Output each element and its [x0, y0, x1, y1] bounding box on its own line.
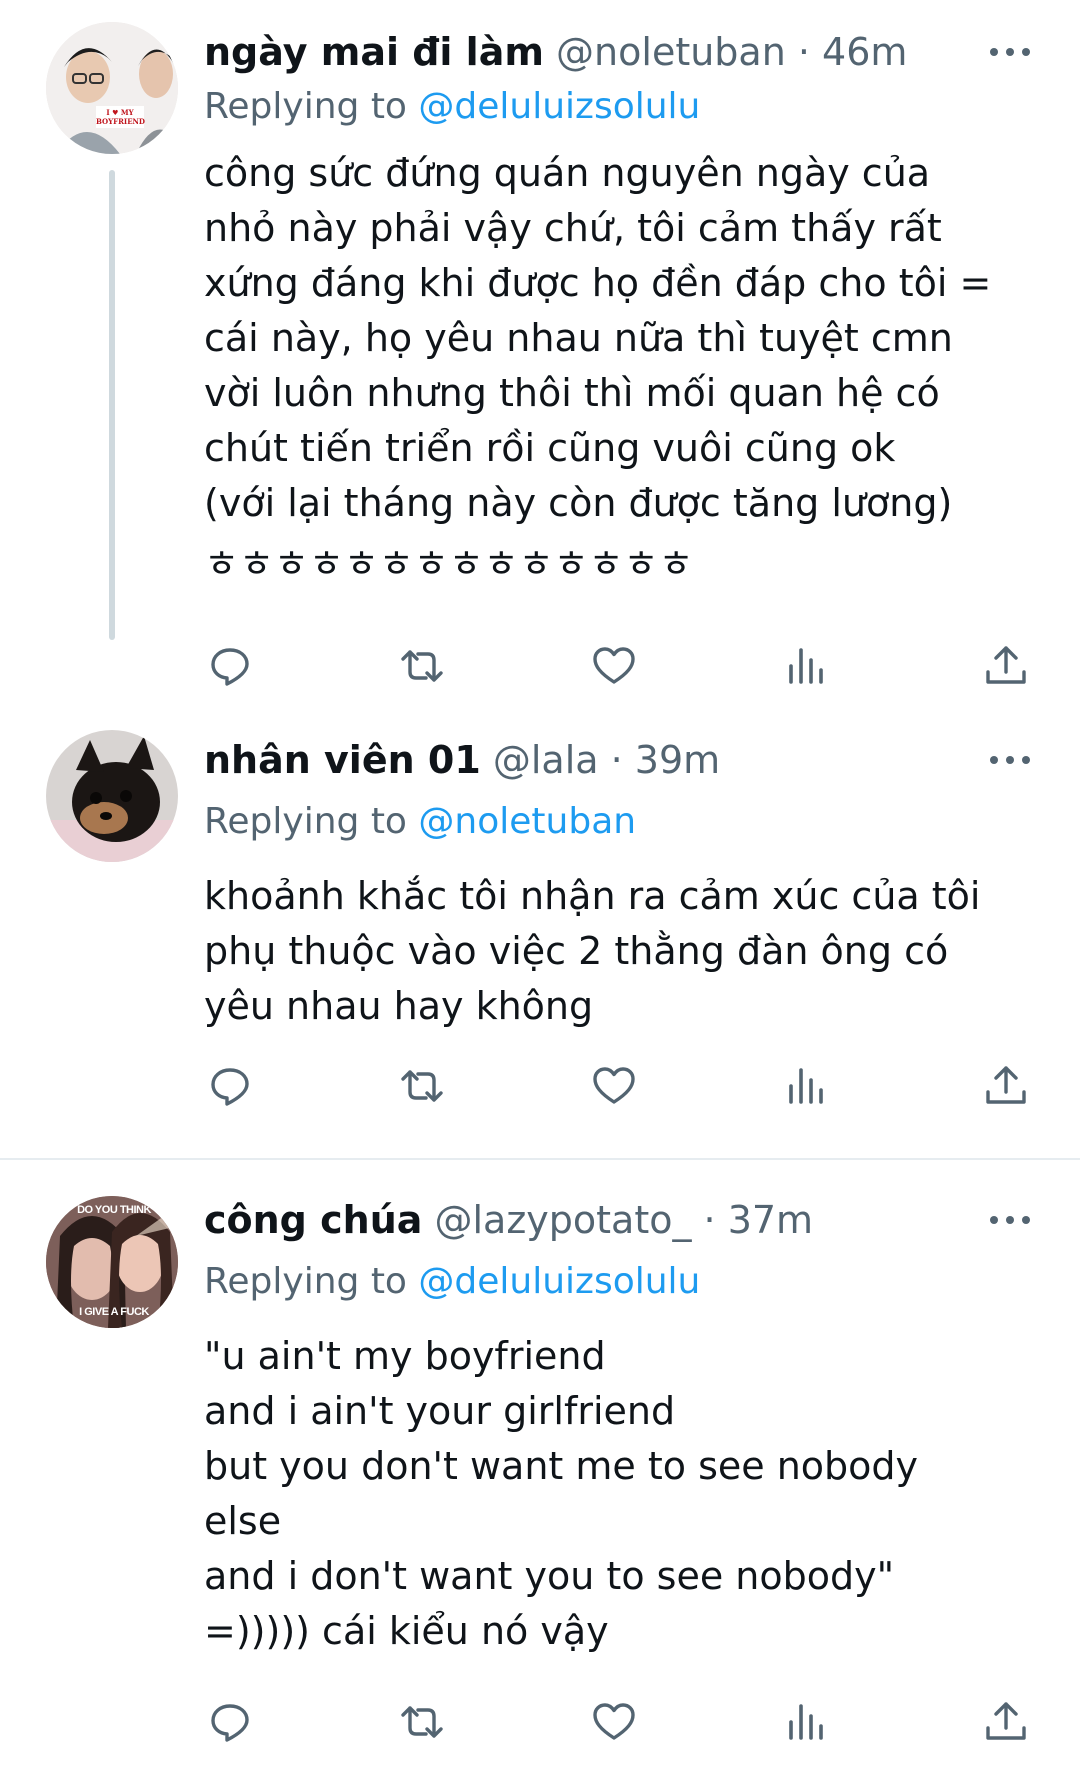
display-name[interactable]: nhân viên 01 [204, 738, 481, 782]
avatar-caption-top: DO YOU THINK [77, 1204, 151, 1216]
text-line: xứng đáng khi được họ đền đáp cho tôi = [204, 261, 992, 305]
retweet-button[interactable] [394, 1694, 450, 1750]
text-line: chút tiến triển rồi cũng vuôi cũng ok [204, 426, 896, 470]
thread-line [109, 170, 115, 640]
views-button[interactable] [778, 638, 834, 694]
views-icon [789, 1704, 823, 1740]
like-button[interactable] [586, 1694, 642, 1750]
more-icon[interactable] [986, 42, 1034, 62]
tweet-header: ngày mai đi làm @noletuban · 46m [204, 26, 907, 78]
text-line: vời luôn nhưng thôi thì mối quan hệ có [204, 371, 940, 415]
text-line: else [204, 1499, 282, 1543]
text-line: khoảnh khắc tôi nhận ra cảm xúc của tôi [204, 874, 981, 918]
retweet-button[interactable] [394, 1058, 450, 1114]
like-icon [593, 647, 635, 684]
reply-icon [211, 1704, 249, 1742]
share-button[interactable] [978, 1694, 1034, 1750]
share-icon [986, 1066, 1026, 1104]
views-icon [789, 1068, 823, 1104]
text-line: công sức đứng quán nguyên ngày của [204, 151, 931, 195]
tweet-divider [0, 1158, 1080, 1160]
text-line: but you don't want me to see nobody [204, 1444, 919, 1488]
display-name[interactable]: ngày mai đi làm [204, 30, 544, 74]
replying-mention[interactable]: @deluluizsolulu [418, 86, 700, 127]
more-icon[interactable] [986, 750, 1034, 770]
tweet-text: khoảnh khắc tôi nhận ra cảm xúc của tôi … [204, 869, 1054, 1034]
like-button[interactable] [586, 638, 642, 694]
action-bar [0, 1694, 1080, 1750]
like-icon [593, 1703, 635, 1740]
reply-button[interactable] [202, 1694, 258, 1750]
replying-prefix: Replying to [204, 801, 407, 842]
tweet-text: công sức đứng quán nguyên ngày của nhỏ n… [204, 146, 1054, 592]
text-line: and i ain't your girlfriend [204, 1389, 676, 1433]
replying-mention[interactable]: @noletuban [418, 801, 636, 842]
text-line: "u ain't my boyfriend [204, 1334, 606, 1378]
text-line: and i don't want you to see nobody" [204, 1554, 895, 1598]
text-line: (với lại tháng này còn được tăng lương) [204, 481, 953, 525]
replying-prefix: Replying to [204, 86, 407, 127]
handle-and-time[interactable]: @lala · 39m [493, 738, 720, 782]
views-button[interactable] [778, 1694, 834, 1750]
more-icon[interactable] [986, 1210, 1034, 1230]
reply-icon [211, 648, 249, 686]
replying-to: Replying to @deluluizsolulu [204, 1256, 700, 1308]
text-line: nhỏ này phải vậy chứ, tôi cảm thấy rất [204, 206, 942, 250]
text-line: phụ thuộc vào việc 2 thằng đàn ông có [204, 929, 949, 973]
share-icon [986, 646, 1026, 684]
replying-mention[interactable]: @deluluizsolulu [418, 1261, 700, 1302]
text-line: yêu nhau hay không [204, 984, 594, 1028]
display-name[interactable]: công chúa [204, 1198, 422, 1242]
views-icon [789, 648, 823, 684]
like-icon [593, 1067, 635, 1104]
avatar-caption-bottom: I GIVE A FUCK [79, 1306, 149, 1318]
tweet-header: công chúa @lazypotato_ · 37m [204, 1194, 813, 1246]
handle-and-time[interactable]: @noletuban · 46m [556, 30, 907, 74]
replying-to: Replying to @deluluizsolulu [204, 81, 700, 133]
handle-and-time[interactable]: @lazypotato_ · 37m [434, 1198, 813, 1242]
views-button[interactable] [778, 1058, 834, 1114]
tweet-header: nhân viên 01 @lala · 39m [204, 734, 720, 786]
avatar-caption: I ♥ MY BOYFRIEND [96, 108, 146, 126]
replying-prefix: Replying to [204, 1261, 407, 1302]
retweet-icon [401, 1070, 443, 1102]
reply-icon [211, 1068, 249, 1106]
action-bar [0, 1058, 1080, 1114]
avatar[interactable]: I ♥ MY BOYFRIEND [46, 22, 178, 154]
reply-button[interactable] [202, 1058, 258, 1114]
text-line: ㅎㅎㅎㅎㅎㅎㅎㅎㅎㅎㅎㅎㅎㅎ [204, 542, 694, 586]
retweet-button[interactable] [394, 638, 450, 694]
share-icon [986, 1702, 1026, 1740]
reply-button[interactable] [202, 638, 258, 694]
retweet-icon [401, 1706, 443, 1738]
action-bar [0, 638, 1080, 694]
share-button[interactable] [978, 638, 1034, 694]
avatar[interactable] [46, 730, 178, 862]
replying-to: Replying to @noletuban [204, 796, 636, 848]
retweet-icon [401, 650, 443, 682]
text-line: =))))) cái kiểu nó vậy [204, 1609, 609, 1653]
share-button[interactable] [978, 1058, 1034, 1114]
text-line: cái này, họ yêu nhau nữa thì tuyệt cmn [204, 316, 953, 360]
like-button[interactable] [586, 1058, 642, 1114]
tweet-text: "u ain't my boyfriend and i ain't your g… [204, 1329, 1054, 1659]
avatar[interactable]: DO YOU THINK I GIVE A FUCK [46, 1196, 178, 1328]
